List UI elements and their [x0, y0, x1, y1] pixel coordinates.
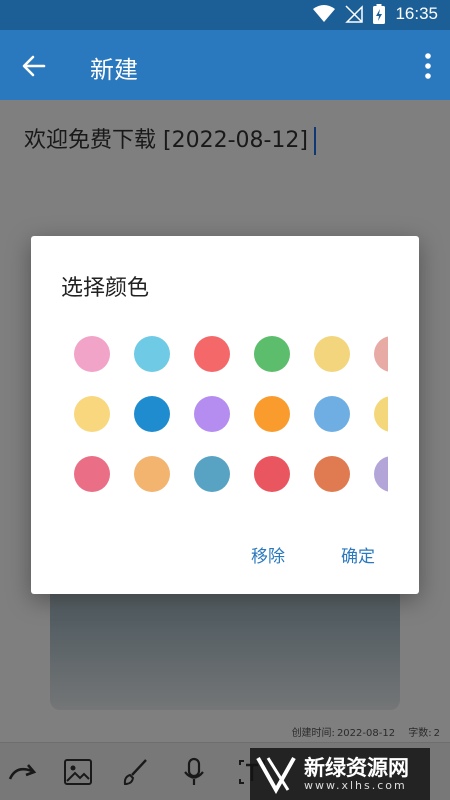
- color-swatch[interactable]: [134, 456, 170, 492]
- logo-icon: [256, 757, 296, 794]
- back-arrow-icon[interactable]: [20, 52, 48, 80]
- color-swatch-grid: [31, 236, 388, 594]
- color-swatch[interactable]: [74, 396, 110, 432]
- color-swatch[interactable]: [194, 396, 230, 432]
- color-swatch[interactable]: [314, 396, 350, 432]
- battery-charging-icon: [373, 4, 386, 24]
- color-swatch[interactable]: [134, 336, 170, 372]
- status-icons: 16:35: [313, 4, 438, 24]
- color-swatch[interactable]: [74, 456, 110, 492]
- color-swatch[interactable]: [374, 336, 388, 372]
- no-signal-icon: [345, 5, 364, 23]
- status-bar: 16:35: [0, 0, 450, 30]
- color-swatch[interactable]: [314, 456, 350, 492]
- color-swatch[interactable]: [194, 336, 230, 372]
- color-picker-dialog: 选择颜色 移除 确定: [31, 236, 419, 594]
- watermark: 新绿资源网 www.xlhs.com: [250, 748, 430, 800]
- more-options-icon[interactable]: [424, 52, 432, 80]
- color-swatch[interactable]: [374, 396, 388, 432]
- color-swatch[interactable]: [254, 336, 290, 372]
- watermark-name: 新绿资源网: [304, 755, 409, 780]
- color-swatch[interactable]: [254, 396, 290, 432]
- app-bar: 新建: [0, 30, 450, 100]
- screen: 16:35 新建 欢迎免费下载 [2022-08-12] 创建时间:2022-0…: [0, 0, 450, 800]
- color-swatch[interactable]: [314, 336, 350, 372]
- remove-button[interactable]: 移除: [251, 542, 285, 567]
- color-swatch[interactable]: [374, 456, 388, 492]
- color-swatch[interactable]: [254, 456, 290, 492]
- confirm-button[interactable]: 确定: [341, 542, 375, 567]
- color-swatch[interactable]: [74, 336, 110, 372]
- wifi-icon: [313, 5, 336, 22]
- color-swatch[interactable]: [134, 396, 170, 432]
- color-swatch[interactable]: [194, 456, 230, 492]
- status-time: 16:35: [395, 4, 438, 23]
- page-title: 新建: [90, 56, 138, 84]
- watermark-domain: www.xlhs.com: [304, 778, 407, 792]
- watermark-text: 新绿资源网 www.xlhs.com: [304, 757, 409, 792]
